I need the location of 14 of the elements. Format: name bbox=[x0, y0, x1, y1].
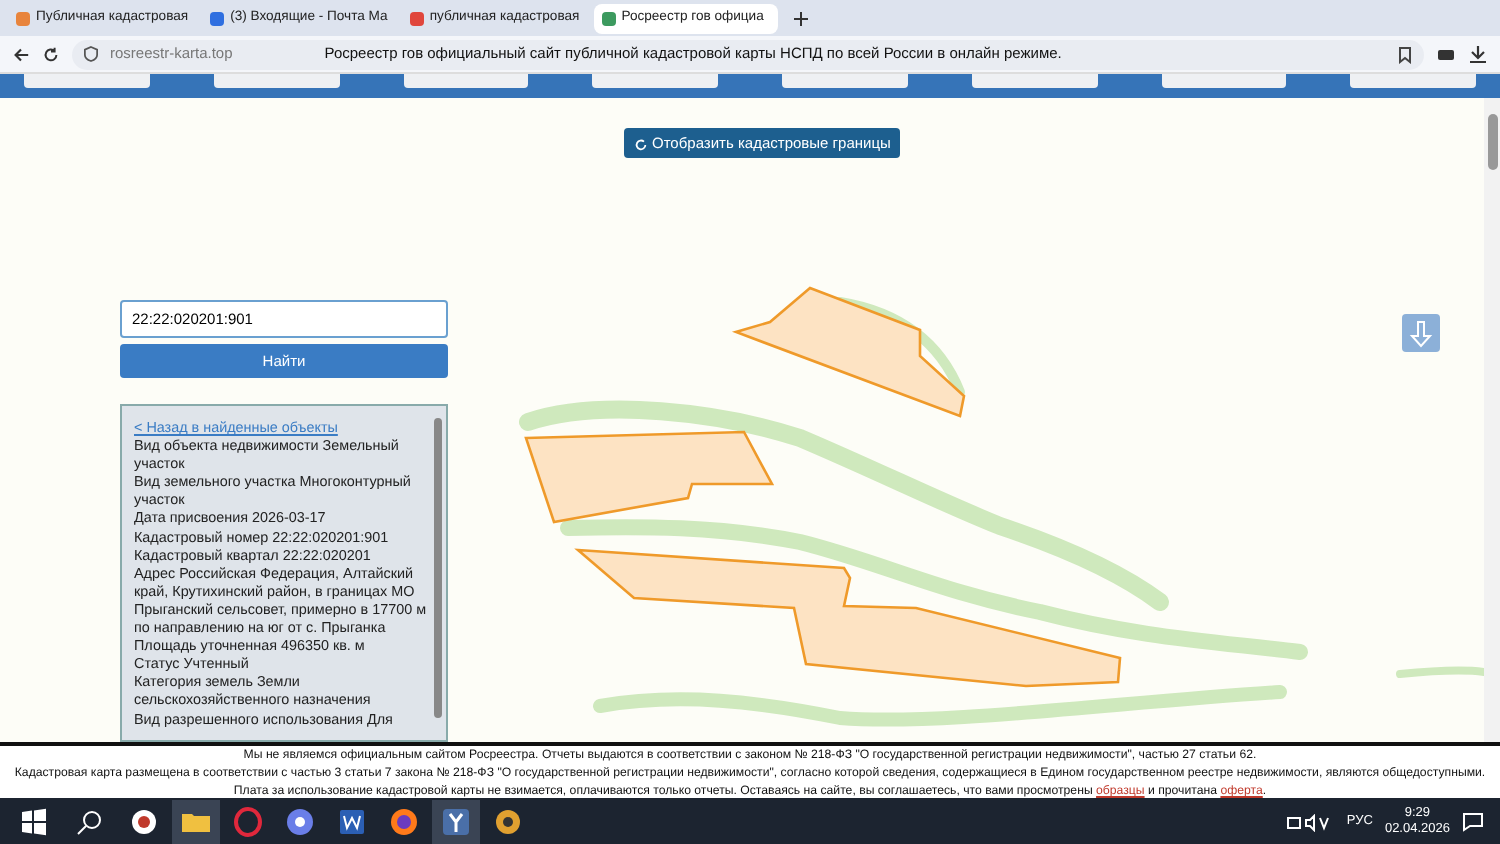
new-tab-icon[interactable] bbox=[791, 9, 810, 27]
reload-icon[interactable] bbox=[42, 45, 60, 63]
scrollbar[interactable] bbox=[1484, 98, 1500, 742]
bookmark-icon[interactable] bbox=[1398, 45, 1412, 63]
folder-icon[interactable] bbox=[172, 800, 220, 844]
search-icon[interactable] bbox=[76, 808, 104, 836]
tray-icons[interactable] bbox=[1286, 813, 1335, 831]
shield-icon bbox=[84, 46, 98, 62]
windows-start-icon[interactable] bbox=[20, 808, 48, 836]
y-browser-icon[interactable] bbox=[432, 800, 480, 844]
back-icon[interactable] bbox=[12, 45, 30, 63]
refresh-icon bbox=[634, 137, 648, 152]
notification-icon[interactable] bbox=[1462, 812, 1484, 832]
download-icon[interactable] bbox=[1468, 44, 1488, 64]
